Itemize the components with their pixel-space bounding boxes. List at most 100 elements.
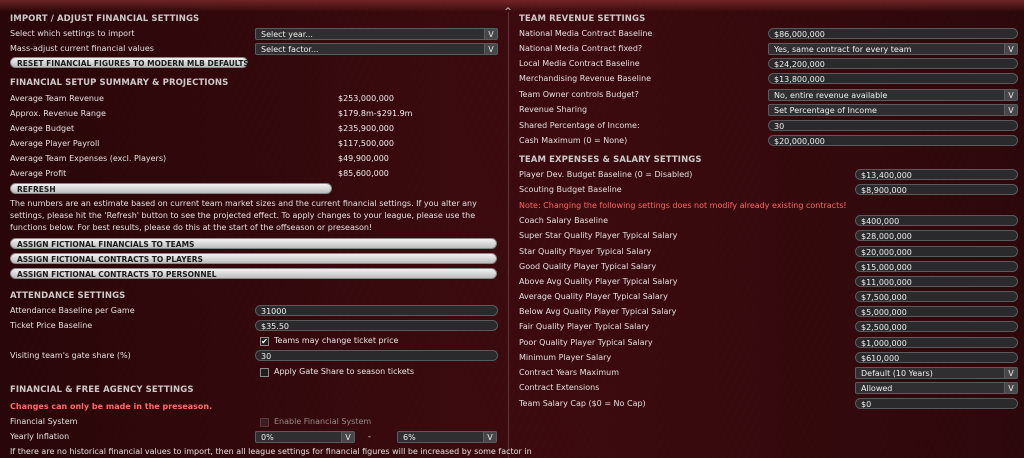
good-salary-field[interactable]: $15,000,000: [855, 261, 1018, 272]
gate-share-label: Visiting team's gate share (%): [10, 351, 131, 360]
inflation-dash: -: [368, 432, 371, 441]
chevron-down-icon: V: [1004, 383, 1017, 393]
free-agency-header: FINANCIAL & FREE AGENCY SETTINGS: [10, 385, 194, 395]
minimum-salary-field[interactable]: $610,000: [855, 352, 1018, 363]
chevron-down-icon: V: [484, 29, 497, 39]
poor-salary-field[interactable]: $1,000,000: [855, 337, 1018, 348]
scouting-budget-field[interactable]: $8,900,000: [855, 184, 1018, 195]
contracts-note: Note: Changing the following settings do…: [519, 201, 847, 210]
inflation-max-select[interactable]: 6% V: [397, 431, 497, 443]
salary-cap-field[interactable]: $0: [855, 398, 1018, 409]
mass-adjust-select-value: Select factor...: [261, 45, 319, 54]
revenue-label-1: National Media Contract fixed?: [519, 44, 643, 53]
mass-adjust-select[interactable]: Select factor... V: [255, 43, 498, 55]
inflation-note: If there are no historical financial val…: [10, 447, 532, 456]
summary-value-4: $49,900,000: [338, 154, 389, 163]
revenue-label-0: National Media Contract Baseline: [519, 29, 653, 38]
mass-adjust-label: Mass-adjust current financial values: [10, 44, 154, 53]
teams-change-ticket-label: Teams may change ticket price: [274, 336, 399, 345]
average-salary-field[interactable]: $7,500,000: [855, 291, 1018, 302]
salary-label-1: Super Star Quality Player Typical Salary: [519, 231, 678, 240]
assign-financials-button[interactable]: ASSIGN FICTIONAL FINANCIALS TO TEAMS: [10, 238, 497, 249]
shared-percentage-field[interactable]: 30: [768, 120, 1018, 131]
above-avg-salary-field[interactable]: $11,000,000: [855, 276, 1018, 287]
financial-system-label: Financial System: [10, 417, 78, 426]
inflation-min-select[interactable]: 0% V: [255, 431, 355, 443]
summary-value-1: $179.8m-$291.9m: [338, 109, 413, 118]
chevron-down-icon: V: [1004, 105, 1017, 115]
apply-gate-share-label: Apply Gate Share to season tickets: [274, 367, 415, 376]
preseason-warning: Changes can only be made in the preseaso…: [10, 402, 213, 411]
contract-years-select[interactable]: Default (10 Years) V: [855, 367, 1018, 379]
summary-header: FINANCIAL SETUP SUMMARY & PROJECTIONS: [10, 78, 229, 88]
summary-label-3: Average Player Payroll: [10, 139, 100, 148]
import-select-label: Select which settings to import: [10, 29, 135, 38]
teams-change-ticket-checkbox[interactable]: ✔: [260, 337, 269, 346]
yearly-inflation-label: Yearly Inflation: [10, 432, 70, 441]
contract-extensions-select[interactable]: Allowed V: [855, 382, 1018, 394]
chevron-down-icon: V: [484, 44, 497, 54]
revenue-label-3: Merchandising Revenue Baseline: [519, 74, 652, 83]
refresh-button[interactable]: REFRESH: [10, 183, 332, 194]
local-media-field[interactable]: $24,200,000: [768, 58, 1018, 69]
national-media-fixed-value: Yes, same contract for every team: [774, 45, 912, 54]
below-avg-salary-field[interactable]: $5,000,000: [855, 306, 1018, 317]
scroll-up-icon[interactable]: ^: [503, 7, 513, 17]
summary-value-0: $253,000,000: [338, 94, 394, 103]
column-divider: [508, 12, 509, 458]
inflation-max-value: 6%: [403, 433, 416, 442]
revenue-label-4: Team Owner controls Budget?: [519, 90, 639, 99]
salary-label-8: Poor Quality Player Typical Salary: [519, 338, 653, 347]
star-salary-field[interactable]: $20,000,000: [855, 246, 1018, 257]
import-year-select-value: Select year...: [261, 30, 313, 39]
chevron-down-icon: V: [1004, 44, 1017, 54]
contract-years-value: Default (10 Years): [861, 369, 933, 378]
national-media-field[interactable]: $86,000,000: [768, 28, 1018, 39]
salary-label-0: Coach Salary Baseline: [519, 216, 608, 225]
salary-label-4: Above Avg Quality Player Typical Salary: [519, 277, 678, 286]
import-year-select[interactable]: Select year... V: [255, 28, 498, 40]
attendance-baseline-label: Attendance Baseline per Game: [10, 306, 135, 315]
summary-label-0: Average Team Revenue: [10, 94, 104, 103]
enable-financial-system-checkbox: [260, 418, 269, 427]
assign-personnel-contracts-button[interactable]: ASSIGN FICTIONAL CONTRACTS TO PERSONNEL: [10, 268, 497, 279]
merchandising-field[interactable]: $13,800,000: [768, 73, 1018, 84]
player-dev-budget-field[interactable]: $13,400,000: [855, 169, 1018, 180]
chevron-down-icon: V: [1004, 90, 1017, 100]
salary-label-2: Star Quality Player Typical Salary: [519, 247, 652, 256]
apply-gate-share-checkbox[interactable]: [260, 368, 269, 377]
salary-label-3: Good Quality Player Typical Salary: [519, 262, 657, 271]
salary-label-6: Below Avg Quality Player Typical Salary: [519, 307, 677, 316]
salary-label-7: Fair Quality Player Typical Salary: [519, 322, 650, 331]
summary-label-5: Average Profit: [10, 169, 67, 178]
cash-maximum-field[interactable]: $20,000,000: [768, 135, 1018, 146]
expenses-header: TEAM EXPENSES & SALARY SETTINGS: [519, 155, 702, 165]
gate-share-field[interactable]: 30: [255, 350, 498, 361]
summary-label-4: Average Team Expenses (excl. Players): [10, 154, 167, 163]
superstar-salary-field[interactable]: $28,000,000: [855, 230, 1018, 241]
expenses-top-label-0: Player Dev. Budget Baseline (0 = Disable…: [519, 170, 693, 179]
import-header: IMPORT / ADJUST FINANCIAL SETTINGS: [10, 14, 200, 24]
chevron-down-icon: V: [341, 432, 354, 442]
attendance-baseline-field[interactable]: 31000: [255, 305, 498, 316]
revenue-label-2: Local Media Contract Baseline: [519, 59, 640, 68]
reset-defaults-button[interactable]: RESET FINANCIAL FIGURES TO MODERN MLB DE…: [10, 57, 249, 68]
inflation-min-value: 0%: [261, 433, 274, 442]
enable-financial-system-label: Enable Financial System: [274, 417, 372, 426]
coach-salary-field[interactable]: $400,000: [855, 215, 1018, 226]
ticket-price-field[interactable]: $35.50: [255, 320, 498, 331]
national-media-fixed-select[interactable]: Yes, same contract for every team V: [768, 43, 1018, 55]
assign-player-contracts-button[interactable]: ASSIGN FICTIONAL CONTRACTS TO PLAYERS: [10, 253, 497, 264]
revenue-sharing-select[interactable]: Set Percentage of Income V: [768, 104, 1018, 116]
expenses-top-label-1: Scouting Budget Baseline: [519, 185, 622, 194]
owner-budget-select[interactable]: No, entire revenue available V: [768, 89, 1018, 101]
fair-salary-field[interactable]: $2,500,000: [855, 321, 1018, 332]
summary-value-2: $235,900,000: [338, 124, 394, 133]
chevron-down-icon: V: [483, 432, 496, 442]
revenue-label-5: Revenue Sharing: [519, 105, 588, 114]
salary-label-12: Team Salary Cap ($0 = No Cap): [519, 399, 646, 408]
salary-label-11: Contract Extensions: [519, 383, 600, 392]
attendance-header: ATTENDANCE SETTINGS: [10, 291, 126, 301]
summary-label-2: Average Budget: [10, 124, 75, 133]
summary-label-1: Approx. Revenue Range: [10, 109, 106, 118]
